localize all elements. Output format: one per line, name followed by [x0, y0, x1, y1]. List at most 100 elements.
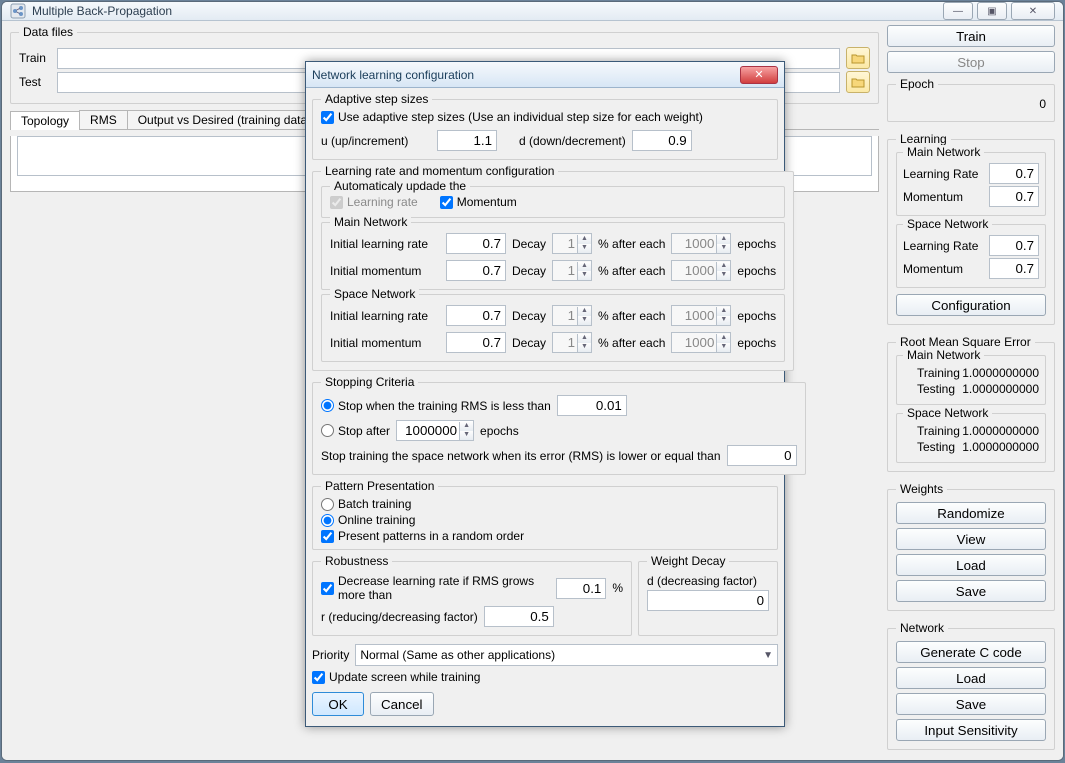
rms-space-subgroup: Space Network Training1.0000000000 Testi…: [896, 413, 1046, 463]
training-label: Training: [917, 424, 960, 438]
d-label: d (down/decrement): [519, 134, 626, 148]
minimize-button[interactable]: —: [943, 2, 973, 20]
space-lr-input[interactable]: [989, 235, 1039, 256]
save-network-button[interactable]: Save: [896, 693, 1046, 715]
learning-space-subgroup: Space Network Learning Rate Momentum: [896, 224, 1046, 288]
dialog-titlebar: Network learning configuration ✕: [306, 62, 784, 88]
right-panel: Train Stop Epoch 0 Learning Main Network…: [887, 25, 1055, 756]
epoch-value: 0: [896, 97, 1046, 111]
browse-train-button[interactable]: [846, 47, 870, 69]
dialog-close-button[interactable]: ✕: [740, 66, 778, 84]
main-ilr-epochs-spinner[interactable]: ▲▼: [671, 233, 731, 254]
weight-decay-group: Weight Decay d (decreasing factor): [638, 554, 778, 636]
priority-combo[interactable]: Normal (Same as other applications) ▼: [355, 644, 778, 666]
train-button[interactable]: Train: [887, 25, 1055, 47]
update-screen-checkbox[interactable]: Update screen while training: [312, 670, 778, 684]
space-ilr-decay-spinner[interactable]: ▲▼: [552, 305, 592, 326]
testing-label: Testing: [917, 382, 955, 396]
stop-after-radio[interactable]: Stop after: [321, 424, 390, 438]
space-stop-rms-input[interactable]: [727, 445, 797, 466]
dec-lr-value-input[interactable]: [556, 578, 606, 599]
ok-button[interactable]: OK: [312, 692, 364, 716]
space-momentum-input[interactable]: [989, 258, 1039, 279]
rms-group: Root Mean Square Error Main Network Trai…: [887, 335, 1055, 472]
learning-main-subgroup: Main Network Learning Rate Momentum: [896, 152, 1046, 216]
view-weights-button[interactable]: View: [896, 528, 1046, 550]
main-imom-decay-spinner[interactable]: ▲▼: [552, 260, 592, 281]
folder-icon: [851, 76, 865, 88]
lr-label: Learning Rate: [903, 239, 978, 253]
browse-test-button[interactable]: [846, 71, 870, 93]
space-training-rms: 1.0000000000: [960, 424, 1039, 438]
mom-label: Momentum: [903, 190, 963, 204]
dlg-main-network-subgroup: Main Network Initial learning rate Decay…: [321, 222, 785, 290]
learning-group: Learning Main Network Learning Rate Mome…: [887, 132, 1055, 325]
space-ilr-input[interactable]: [446, 305, 506, 326]
main-ilr-decay-spinner[interactable]: ▲▼: [552, 233, 592, 254]
space-imom-decay-spinner[interactable]: ▲▼: [552, 332, 592, 353]
main-window: Multiple Back-Propagation — ▣ ✕ Data fil…: [1, 1, 1064, 761]
close-button[interactable]: ✕: [1011, 2, 1055, 20]
stop-after-spinner[interactable]: ▲▼: [396, 420, 474, 441]
load-weights-button[interactable]: Load: [896, 554, 1046, 576]
auto-lr-checkbox[interactable]: Learning rate: [330, 195, 418, 209]
app-title: Multiple Back-Propagation: [32, 4, 943, 18]
main-imom-input[interactable]: [446, 260, 506, 281]
learning-config-dialog: Network learning configuration ✕ Adaptiv…: [305, 61, 785, 727]
data-files-legend: Data files: [19, 25, 77, 39]
chevron-down-icon: ▼: [763, 650, 773, 661]
dialog-title: Network learning configuration: [312, 68, 474, 82]
titlebar: Multiple Back-Propagation — ▣ ✕: [2, 2, 1063, 21]
app-icon: [10, 3, 26, 19]
rms-main-subgroup: Main Network Training1.0000000000 Testin…: [896, 355, 1046, 405]
stop-rms-radio[interactable]: Stop when the training RMS is less than: [321, 399, 551, 413]
use-adaptive-input[interactable]: [321, 111, 334, 124]
window-controls: — ▣ ✕: [943, 2, 1055, 20]
training-label: Training: [917, 366, 960, 380]
save-weights-button[interactable]: Save: [896, 580, 1046, 602]
epoch-group: Epoch 0: [887, 77, 1055, 122]
configuration-button[interactable]: Configuration: [896, 294, 1046, 316]
random-order-checkbox[interactable]: Present patterns in a random order: [321, 529, 769, 543]
tab-rms[interactable]: RMS: [79, 110, 128, 129]
dec-lr-checkbox[interactable]: Decrease learning rate if RMS grows more…: [321, 574, 550, 602]
mom-label: Momentum: [903, 262, 963, 276]
auto-momentum-input[interactable]: [440, 196, 453, 209]
cancel-button[interactable]: Cancel: [370, 692, 434, 716]
folder-icon: [851, 52, 865, 64]
online-training-radio[interactable]: Online training: [321, 513, 769, 527]
u-input[interactable]: [437, 130, 497, 151]
space-ilr-epochs-spinner[interactable]: ▲▼: [671, 305, 731, 326]
main-lr-input[interactable]: [989, 163, 1039, 184]
r-factor-input[interactable]: [484, 606, 554, 627]
main-imom-epochs-spinner[interactable]: ▲▼: [671, 260, 731, 281]
testing-label: Testing: [917, 440, 955, 454]
generate-c-code-button[interactable]: Generate C code: [896, 641, 1046, 663]
randomize-button[interactable]: Randomize: [896, 502, 1046, 524]
input-sensitivity-button[interactable]: Input Sensitivity: [896, 719, 1046, 741]
auto-lr-input: [330, 196, 343, 209]
weight-decay-input[interactable]: [647, 590, 769, 611]
stop-button[interactable]: Stop: [887, 51, 1055, 73]
stop-rms-value-input[interactable]: [557, 395, 627, 416]
tab-output-vs-desired[interactable]: Output vs Desired (training data): [127, 110, 322, 129]
client-area: Data files Train Test: [2, 21, 1063, 761]
auto-momentum-checkbox[interactable]: Momentum: [440, 195, 517, 209]
learning-legend: Learning: [896, 132, 951, 146]
pattern-group: Pattern Presentation Batch training Onli…: [312, 479, 778, 550]
space-imom-epochs-spinner[interactable]: ▲▼: [671, 332, 731, 353]
batch-training-radio[interactable]: Batch training: [321, 497, 769, 511]
u-label: u (up/increment): [321, 134, 431, 148]
tab-topology[interactable]: Topology: [10, 111, 80, 130]
space-imom-input[interactable]: [446, 332, 506, 353]
d-input[interactable]: [632, 130, 692, 151]
dialog-body: Adaptive step sizes Use adaptive step si…: [306, 88, 784, 726]
main-momentum-input[interactable]: [989, 186, 1039, 207]
train-label: Train: [19, 51, 51, 65]
epoch-legend: Epoch: [896, 77, 938, 91]
main-ilr-input[interactable]: [446, 233, 506, 254]
maximize-button[interactable]: ▣: [977, 2, 1007, 20]
network-group: Network Generate C code Load Save Input …: [887, 621, 1055, 750]
use-adaptive-checkbox[interactable]: Use adaptive step sizes (Use an individu…: [321, 110, 769, 124]
load-network-button[interactable]: Load: [896, 667, 1046, 689]
